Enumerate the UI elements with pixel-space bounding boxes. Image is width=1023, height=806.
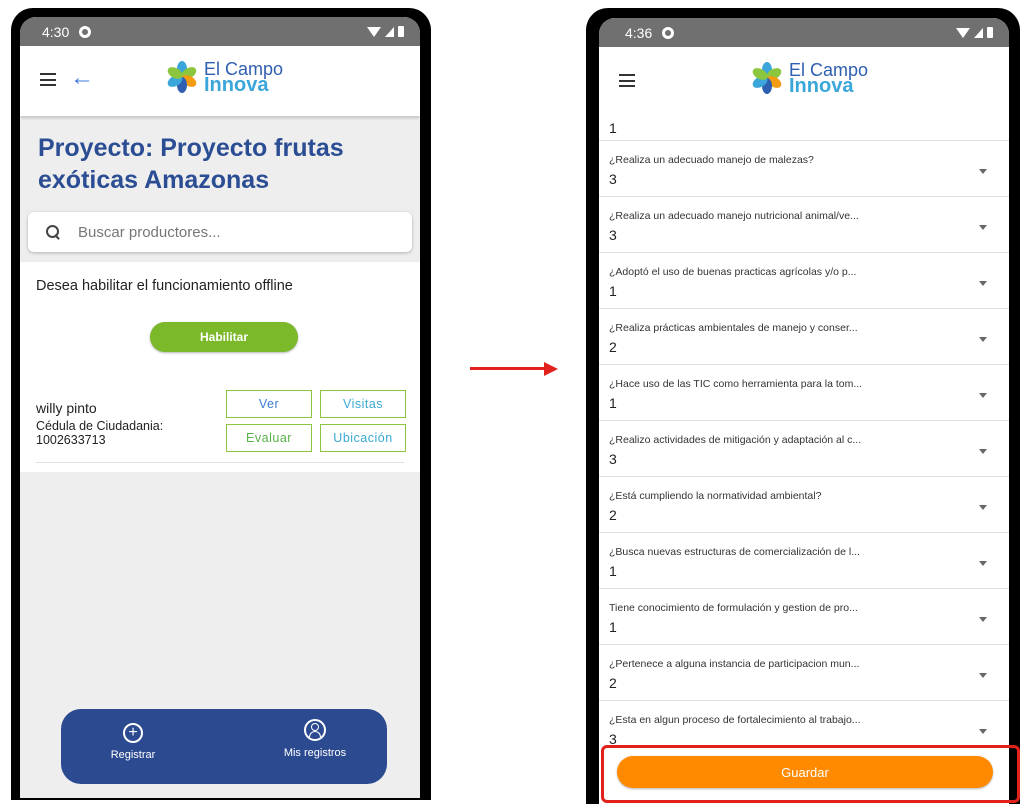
evaluate-button[interactable]: Evaluar — [226, 424, 312, 452]
dropdown-caret-icon[interactable] — [979, 449, 987, 454]
question-label: ¿Realiza un adecuado manejo nutricional … — [609, 210, 859, 222]
settings-gear-icon — [662, 26, 675, 39]
wifi-icon — [956, 27, 970, 38]
question-value: 2 — [609, 507, 617, 523]
app-logo: El Campo Innova — [749, 61, 868, 97]
question-label: ¿Realiza prácticas ambientales de manejo… — [609, 322, 858, 334]
question-dropdown[interactable]: ¿Hace uso de las TIC como herramienta pa… — [599, 365, 1009, 421]
question-dropdown[interactable]: ¿Está cumpliendo la normatividad ambient… — [599, 477, 1009, 533]
signal-icon — [974, 27, 983, 38]
logo-text-line2: Innova — [204, 74, 269, 96]
signal-icon — [385, 26, 394, 37]
dropdown-caret-icon[interactable] — [979, 225, 987, 230]
bottom-navigation: + Registrar Mis registros — [61, 709, 387, 784]
producer-name: willy pinto — [36, 400, 97, 416]
question-label: Tiene conocimiento de formulación y gest… — [609, 602, 858, 614]
question-value: 1 — [609, 619, 617, 635]
dropdown-caret-icon[interactable] — [979, 505, 987, 510]
question-value: 1 — [609, 563, 617, 579]
question-dropdown[interactable]: ¿Adoptó el uso de buenas practicas agríc… — [599, 253, 1009, 309]
app-logo: El Campo Innova — [164, 60, 283, 96]
save-button[interactable]: Guardar — [617, 756, 993, 788]
app-bar: ← El Campo Innova — [20, 46, 420, 116]
question-dropdown[interactable]: ¿Busca nuevas estructuras de comercializ… — [599, 533, 1009, 589]
dropdown-caret-icon[interactable] — [979, 561, 987, 566]
status-bar: 4:30 — [20, 17, 420, 46]
settings-gear-icon — [79, 25, 92, 38]
left-phone-screen: 4:30 ← El Campo Innova Proyecto: Proyect… — [20, 17, 420, 798]
question-label: ¿Hace uso de las TIC como herramienta pa… — [609, 378, 863, 390]
question-label: ¿Pertenece a alguna instancia de partici… — [609, 658, 860, 670]
nav-register-label: Registrar — [110, 749, 156, 761]
visits-button[interactable]: Visitas — [320, 390, 406, 418]
account-circle-icon — [304, 719, 326, 741]
status-bar: 4:36 — [599, 18, 1009, 47]
location-button[interactable]: Ubicación — [320, 424, 406, 452]
dropdown-caret-icon[interactable] — [979, 617, 987, 622]
question-value: 1 — [609, 283, 617, 299]
view-button[interactable]: Ver — [226, 390, 312, 418]
nav-my-records[interactable]: Mis registros — [255, 719, 375, 759]
wifi-icon — [367, 26, 381, 37]
battery-icon — [398, 26, 404, 37]
question-dropdown[interactable]: ¿Realiza un adecuado manejo de malezas? … — [599, 141, 1009, 197]
question-dropdown[interactable]: 1 — [599, 117, 1009, 141]
nav-my-records-label: Mis registros — [283, 747, 347, 759]
battery-icon — [987, 27, 993, 38]
question-label: ¿Realiza un adecuado manejo de malezas? — [609, 154, 814, 166]
back-arrow-icon[interactable]: ← — [70, 66, 94, 90]
row-divider — [36, 462, 404, 463]
question-dropdown[interactable]: ¿Realiza un adecuado manejo nutricional … — [599, 197, 1009, 253]
question-value: 1 — [609, 395, 617, 411]
nav-register[interactable]: + Registrar — [73, 723, 193, 761]
question-label: ¿Está cumpliendo la normatividad ambient… — [609, 490, 822, 502]
question-dropdown[interactable]: Tiene conocimiento de formulación y gest… — [599, 589, 1009, 645]
dropdown-caret-icon[interactable] — [979, 169, 987, 174]
producer-id-number: 1002633713 — [36, 433, 106, 447]
dropdown-caret-icon[interactable] — [979, 673, 987, 678]
app-bar: El Campo Innova — [599, 47, 1009, 117]
evaluation-question-list: 1 ¿Realiza un adecuado manejo de malezas… — [599, 117, 1009, 757]
search-icon — [46, 225, 60, 239]
dropdown-caret-icon[interactable] — [979, 393, 987, 398]
enable-offline-button[interactable]: Habilitar — [150, 322, 298, 352]
transition-arrow-icon — [470, 362, 560, 376]
dropdown-caret-icon[interactable] — [979, 729, 987, 734]
add-circle-icon: + — [123, 723, 143, 743]
save-bar: Guardar — [599, 744, 1009, 804]
question-label: ¿Busca nuevas estructuras de comercializ… — [609, 546, 860, 558]
right-phone-screen: 4:36 El Campo Innova 1 ¿Realiza un adecu… — [599, 18, 1009, 804]
producer-panel: Desea habilitar el funcionamiento offlin… — [20, 262, 420, 472]
right-phone-frame: 4:36 El Campo Innova 1 ¿Realiza un adecu… — [586, 8, 1020, 804]
dropdown-caret-icon[interactable] — [979, 281, 987, 286]
offline-prompt: Desea habilitar el funcionamiento offlin… — [36, 278, 293, 294]
question-value: 2 — [609, 339, 617, 355]
question-label: ¿Esta en algun proceso de fortalecimient… — [609, 714, 861, 726]
menu-icon[interactable] — [40, 73, 56, 86]
status-time: 4:30 — [42, 23, 70, 40]
project-title: Proyecto: Proyecto frutas exóticas Amazo… — [38, 134, 344, 194]
question-value: 1 — [609, 120, 617, 136]
question-dropdown[interactable]: ¿Pertenece a alguna instancia de partici… — [599, 645, 1009, 701]
dropdown-caret-icon[interactable] — [979, 337, 987, 342]
left-phone-frame: 4:30 ← El Campo Innova Proyecto: Proyect… — [11, 8, 431, 800]
question-value: 2 — [609, 675, 617, 691]
logo-flower-icon — [749, 62, 785, 94]
producer-id-label: Cédula de Ciudadania: — [36, 419, 164, 433]
screenshot-canvas: 4:30 ← El Campo Innova Proyecto: Proyect… — [0, 0, 1023, 806]
question-dropdown[interactable]: ¿Realiza prácticas ambientales de manejo… — [599, 309, 1009, 365]
question-value: 3 — [609, 451, 617, 467]
logo-text-line2: Innova — [789, 75, 854, 97]
search-bar[interactable] — [28, 212, 412, 252]
question-value: 3 — [609, 227, 617, 243]
question-dropdown[interactable]: ¿Realizo actividades de mitigación y ada… — [599, 421, 1009, 477]
menu-icon[interactable] — [619, 74, 635, 87]
question-label: ¿Adoptó el uso de buenas practicas agríc… — [609, 266, 857, 278]
question-label: ¿Realizo actividades de mitigación y ada… — [609, 434, 862, 446]
logo-flower-icon — [164, 61, 200, 93]
question-value: 3 — [609, 171, 617, 187]
producer-id: Cédula de Ciudadania: 1002633713 — [36, 419, 206, 447]
status-time: 4:36 — [625, 24, 653, 41]
search-input[interactable] — [78, 223, 378, 241]
